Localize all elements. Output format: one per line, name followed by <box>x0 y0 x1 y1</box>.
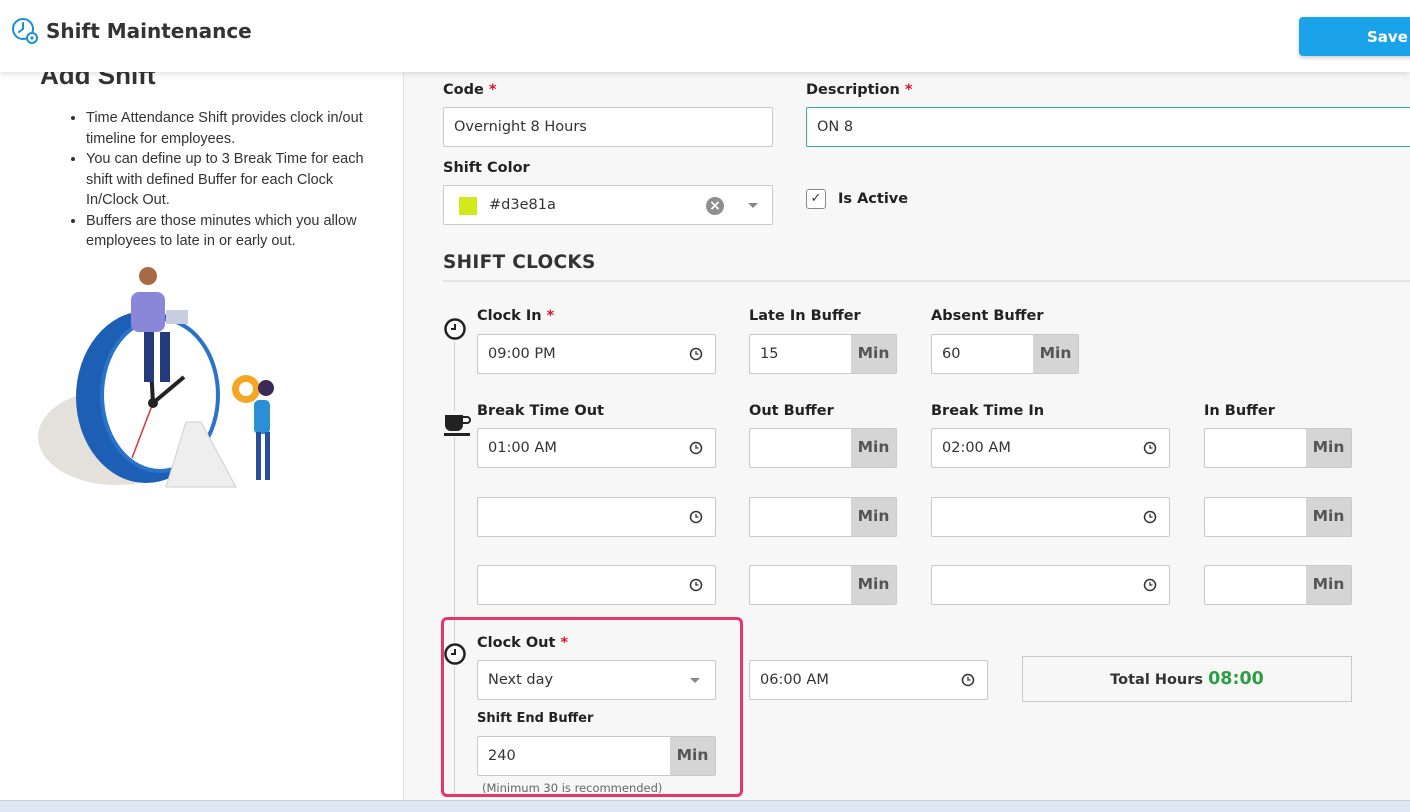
shift-color-label: Shift Color <box>443 160 530 176</box>
out-buffer-label: Out Buffer <box>749 403 834 419</box>
is-active-checkbox[interactable]: ✓ <box>806 189 826 209</box>
clock-icon[interactable] <box>1143 510 1157 524</box>
page-title: Shift Maintenance <box>46 19 252 43</box>
is-active-label: Is Active <box>838 191 909 207</box>
in-buffer-input[interactable]: Min <box>1204 497 1352 537</box>
out-buffer-input[interactable]: Min <box>749 565 897 605</box>
bottom-bar <box>0 800 1410 812</box>
in-buffer-input[interactable]: Min <box>1204 565 1352 605</box>
description-input[interactable]: ON 8 <box>806 107 1410 147</box>
info-list: Time Attendance Shift provides clock in/… <box>66 108 386 252</box>
break-in-time-input[interactable]: 02:00 AM <box>931 428 1170 468</box>
coffee-icon <box>443 411 471 437</box>
app-header: Shift Maintenance Save <box>0 0 1410 72</box>
divider <box>443 280 1410 282</box>
info-item: You can define up to 3 Break Time for ea… <box>86 149 386 211</box>
highlight-box <box>441 617 743 797</box>
in-buffer-label: In Buffer <box>1204 403 1275 419</box>
break-time-in-label: Break Time In <box>931 403 1045 419</box>
shift-form: Code * Overnight 8 Hours Description * O… <box>404 72 1410 800</box>
clock-illustration <box>38 267 274 488</box>
total-hours-box: Total Hours 08:00 <box>1022 656 1352 702</box>
out-buffer-input[interactable]: Min <box>749 428 897 468</box>
clock-icon[interactable] <box>689 578 703 592</box>
color-value: #d3e81a <box>489 197 556 213</box>
break-in-time-input[interactable] <box>931 565 1170 605</box>
break-in-time-input[interactable] <box>931 497 1170 537</box>
absent-buffer-input[interactable]: 60 Min <box>931 334 1079 374</box>
in-buffer-input[interactable]: Min <box>1204 428 1352 468</box>
clock-settings-icon <box>12 18 38 44</box>
shift-color-select[interactable]: #d3e81a × <box>443 185 773 225</box>
break-out-time-input[interactable] <box>477 497 716 537</box>
color-swatch <box>459 197 477 215</box>
clock-icon[interactable] <box>1143 441 1157 455</box>
clock-out-time-input[interactable]: 06:00 AM <box>749 660 988 700</box>
total-hours-label: Total Hours <box>1110 672 1204 688</box>
info-item: Time Attendance Shift provides clock in/… <box>86 108 386 149</box>
late-in-buffer-label: Late In Buffer <box>749 308 861 324</box>
section-title: SHIFT CLOCKS <box>443 252 596 273</box>
save-button[interactable]: Save <box>1299 17 1410 56</box>
clock-icon[interactable] <box>961 673 975 687</box>
break-out-time-input[interactable] <box>477 565 716 605</box>
info-panel: Add Shift Time Attendance Shift provides… <box>0 72 404 800</box>
code-input[interactable]: Overnight 8 Hours <box>443 107 773 147</box>
panel-title: Add Shift <box>40 72 156 90</box>
break-out-time-input[interactable]: 01:00 AM <box>477 428 716 468</box>
late-in-buffer-input[interactable]: 15 Min <box>749 334 897 374</box>
total-hours-value: 08:00 <box>1208 669 1264 689</box>
clock-in-icon <box>443 317 467 341</box>
clear-icon[interactable]: × <box>706 197 724 215</box>
clock-icon[interactable] <box>1143 578 1157 592</box>
clock-icon[interactable] <box>689 441 703 455</box>
info-item: Buffers are those minutes which you allo… <box>86 211 386 252</box>
break-time-out-label: Break Time Out <box>477 403 604 419</box>
code-label: Code * <box>443 82 497 98</box>
description-label: Description * <box>806 82 913 98</box>
clock-icon[interactable] <box>689 510 703 524</box>
clock-in-label: Clock In * <box>477 308 555 324</box>
absent-buffer-label: Absent Buffer <box>931 308 1044 324</box>
chevron-down-icon[interactable] <box>748 203 758 208</box>
clock-icon[interactable] <box>689 347 703 361</box>
out-buffer-input[interactable]: Min <box>749 497 897 537</box>
clock-in-time-input[interactable]: 09:00 PM <box>477 334 716 374</box>
